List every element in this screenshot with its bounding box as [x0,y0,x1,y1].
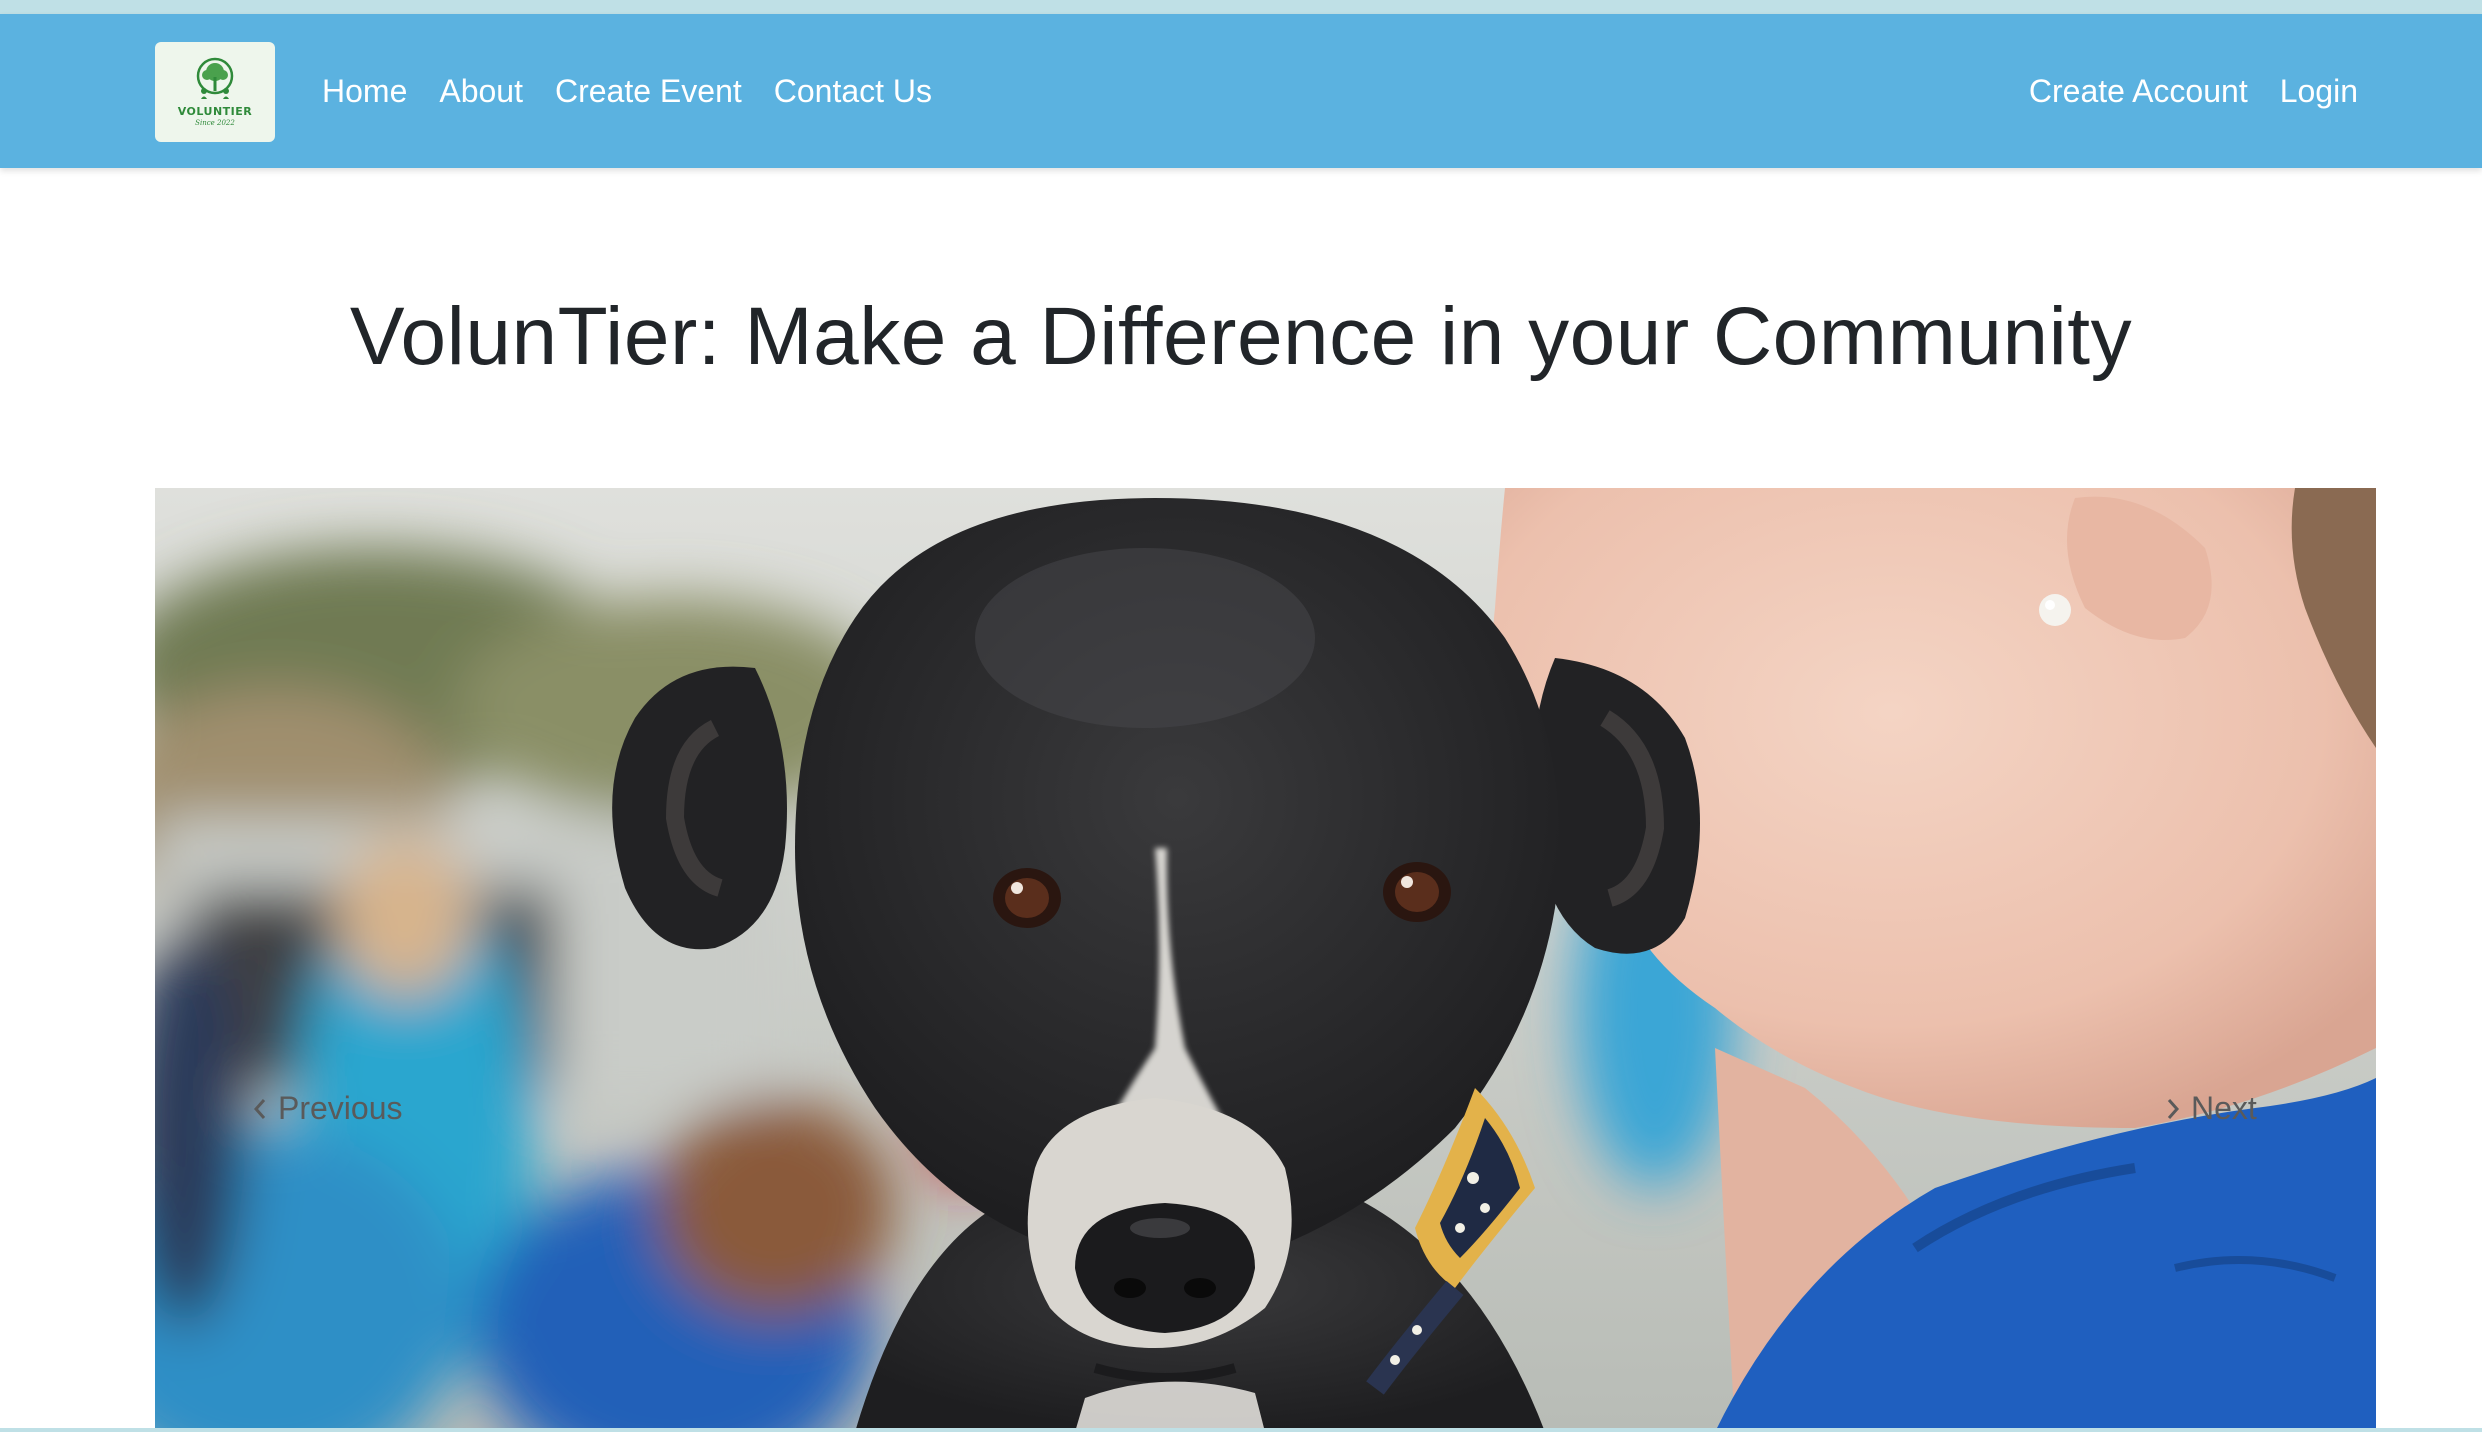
nav-contact-us-link[interactable]: Contact Us [774,73,932,110]
logo-tagline: Since 2022 [195,119,235,127]
carousel-prev-button[interactable]: Previous [252,1090,403,1127]
carousel-prev-label: Previous [278,1090,403,1126]
top-border-strip [0,0,2482,14]
bottom-border-line [0,1428,2482,1432]
nav-account: Create Account Login [2029,14,2358,168]
navbar: VOLUNTIER Since 2022 Home About Create E… [0,14,2482,168]
nav-about-link[interactable]: About [439,73,523,110]
nav-home-link[interactable]: Home [322,73,407,110]
nav-login-link[interactable]: Login [2280,73,2358,110]
chevron-left-icon [253,1098,266,1119]
logo-name: VOLUNTIER [177,105,253,118]
puppy-photo [155,488,2376,1432]
nav-primary: Home About Create Event Contact Us [322,14,964,168]
brand-logo[interactable]: VOLUNTIER Since 2022 [155,42,275,142]
image-carousel [155,488,2376,1432]
page-title: VolunTier: Make a Difference in your Com… [349,291,2133,382]
nav-create-event-link[interactable]: Create Event [555,73,742,110]
carousel-next-button[interactable]: Next [2165,1090,2257,1127]
carousel-next-label: Next [2191,1090,2257,1126]
tree-icon [196,57,234,99]
nav-create-account-link[interactable]: Create Account [2029,73,2248,110]
chevron-right-icon [2167,1098,2180,1119]
